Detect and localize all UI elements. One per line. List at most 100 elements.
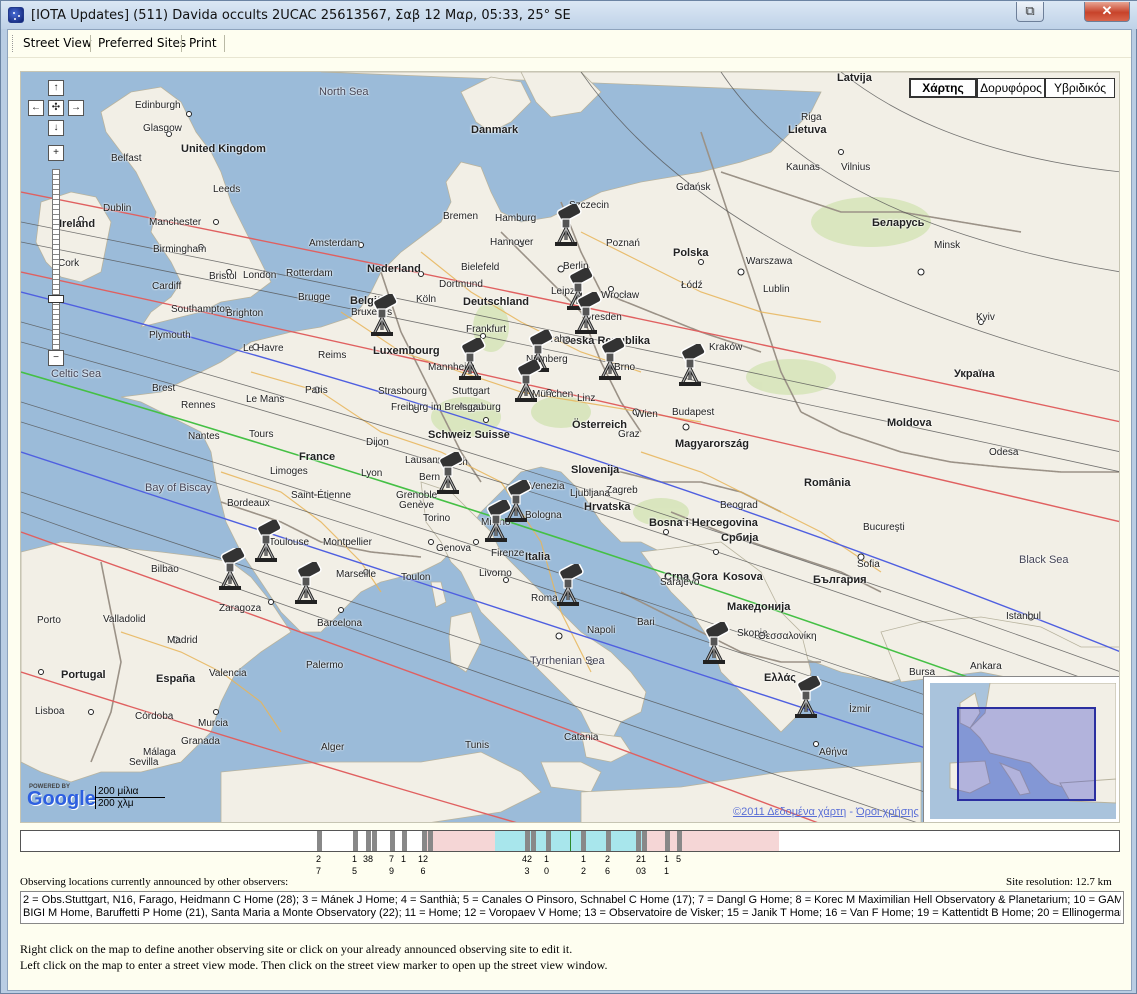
city-label: Bordeaux (227, 498, 270, 509)
telescope-marker[interactable] (593, 335, 627, 382)
telescope-icon (515, 357, 542, 402)
pan-down-button[interactable]: ↓ (48, 120, 64, 136)
menu-street-view[interactable]: Street View (23, 36, 92, 50)
city-label: Sarajevo (660, 577, 700, 588)
timeline-label-top: 12 (418, 854, 429, 864)
zoom-slider-handle[interactable] (48, 295, 64, 303)
pan-right-button[interactable]: → (68, 100, 84, 116)
telescope-marker[interactable] (479, 497, 513, 544)
city-label: Córdoba (135, 711, 174, 722)
map-type-hybrid[interactable]: Υβριδικός (1045, 78, 1115, 98)
timeline-site-tick[interactable] (353, 831, 358, 851)
overview-viewport-box[interactable] (957, 707, 1096, 801)
menu-separator (181, 35, 182, 52)
city-label: Torino (423, 513, 451, 524)
city-label: Kraków (709, 342, 743, 353)
city-label: Montpellier (323, 537, 372, 548)
telescope-marker[interactable] (249, 517, 283, 564)
timeline-label-bottom: 0 (544, 866, 550, 876)
restore-button[interactable]: ⧉ (1016, 2, 1044, 22)
timeline-site-tick[interactable] (390, 831, 395, 851)
telescope-marker[interactable] (509, 357, 543, 404)
timeline-label-bottom: 2 (581, 866, 587, 876)
telescope-marker[interactable] (213, 545, 247, 592)
toolbar-grip[interactable] (12, 35, 15, 52)
city-label: Sofia (857, 559, 880, 570)
arrow-right-icon: → (71, 102, 81, 113)
telescope-marker[interactable] (673, 341, 707, 388)
google-logo[interactable]: Google (27, 788, 96, 811)
telescope-icon (371, 291, 398, 336)
city-label: Plymouth (149, 330, 191, 341)
timeline-site-tick[interactable] (525, 831, 530, 851)
city-label: Dublin (103, 203, 132, 214)
copyright-link[interactable]: ©2011 Δεδομένα χάρτη (733, 806, 846, 818)
zoom-slider[interactable] (52, 169, 60, 351)
timeline-site-tick[interactable] (366, 831, 371, 851)
observers-list[interactable]: 2 = Obs.Stuttgart, N16, Farago, Heidmann… (20, 891, 1124, 924)
country-label: Bosna i Hercegovina (649, 517, 758, 529)
timeline-site-tick[interactable] (372, 831, 377, 851)
scale-km: 200 χλμ (95, 798, 157, 809)
city-label: Catania (564, 732, 599, 743)
telescope-marker[interactable] (551, 561, 585, 608)
arrow-down-icon: ↓ (53, 122, 59, 133)
menu-preferred-sites[interactable]: Preferred Sites (98, 36, 186, 50)
overview-map-view[interactable] (930, 683, 1116, 819)
telescope-icon (599, 335, 626, 380)
sea-label: Bay of Biscay (145, 482, 212, 494)
close-button[interactable]: ✕ (1084, 2, 1130, 22)
city-label: Poznań (606, 238, 640, 249)
city-label: Málaga (143, 747, 176, 758)
telescope-marker[interactable] (453, 335, 487, 382)
pan-up-button[interactable]: ↑ (48, 80, 64, 96)
timeline-label: 42 3 (522, 853, 532, 877)
telescope-marker[interactable] (697, 619, 731, 666)
telescope-icon (795, 673, 822, 718)
telescope-icon (555, 201, 582, 246)
sea-label: North Sea (319, 86, 369, 98)
map-type-satellite[interactable]: Δορυφόρος (977, 78, 1045, 98)
timeline-label-top: 42 (522, 854, 533, 864)
overview-map[interactable] (923, 676, 1119, 822)
city-label: Lisboa (35, 706, 65, 717)
timeline-label: 79 (389, 853, 394, 877)
site-timeline[interactable] (20, 830, 1120, 852)
zoom-in-button[interactable]: + (48, 145, 64, 161)
timeline-site-tick[interactable] (317, 831, 322, 851)
timeline-site-tick[interactable] (606, 831, 611, 851)
title-bar[interactable]: [IOTA Updates] (511) Davida occults 2UCA… (1, 1, 1137, 29)
timeline-site-tick[interactable] (402, 831, 407, 851)
timeline-site-tick[interactable] (665, 831, 670, 851)
timeline-site-tick[interactable] (677, 831, 682, 851)
timeline-site-tick[interactable] (546, 831, 551, 851)
telescope-marker[interactable] (789, 673, 823, 720)
terms-link[interactable]: Όροι χρήσης (856, 806, 919, 818)
timeline-site-tick[interactable] (428, 831, 433, 851)
timeline-label-top: 2 (605, 854, 611, 864)
country-label: Portugal (61, 669, 106, 681)
telescope-marker[interactable] (289, 559, 323, 606)
telescope-marker[interactable] (549, 201, 583, 248)
telescope-icon (437, 449, 464, 494)
timeline-site-tick[interactable] (422, 831, 427, 851)
telescope-marker[interactable] (569, 289, 603, 336)
menu-print[interactable]: Print (189, 36, 217, 50)
city-label: Leeds (213, 184, 241, 195)
telescope-icon (219, 545, 246, 590)
timeline-site-tick[interactable] (642, 831, 647, 851)
pan-left-button[interactable]: ← (28, 100, 44, 116)
timeline-site-tick[interactable] (531, 831, 536, 851)
telescope-marker[interactable] (431, 449, 465, 496)
timeline-site-tick[interactable] (636, 831, 641, 851)
city-label: Genova (436, 543, 472, 554)
menu-bar: Street View Preferred Sites Print (8, 30, 1131, 58)
map-view[interactable]: North Sea Celtic Sea Bay of Biscay Tyrrh… (20, 71, 1120, 823)
country-label: España (156, 673, 196, 685)
zoom-out-button[interactable]: − (48, 350, 64, 366)
pan-center-button[interactable]: ✣ (48, 100, 64, 116)
timeline-site-tick[interactable] (581, 831, 586, 851)
map-type-map[interactable]: Χάρτης (909, 78, 977, 98)
country-label: France (299, 451, 336, 463)
telescope-marker[interactable] (365, 291, 399, 338)
